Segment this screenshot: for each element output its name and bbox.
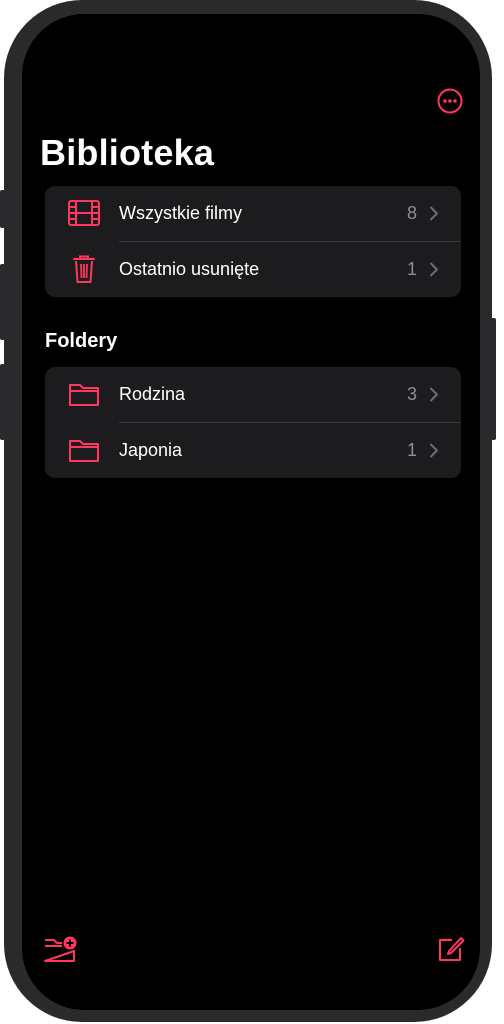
folder-icon: [67, 436, 101, 464]
list-item-label: Ostatnio usunięte: [119, 259, 260, 279]
list-item-label: Rodzina: [119, 384, 186, 404]
chevron-right-icon: [429, 262, 439, 277]
list-item-count: 1: [406, 440, 417, 460]
page-title: Biblioteka: [40, 132, 215, 173]
screen: Biblioteka Wszystkie filmy 8 Ostatnio us…: [22, 14, 480, 1010]
list-item-recently-deleted[interactable]: Ostatnio usunięte 1: [45, 242, 461, 297]
compose-button[interactable]: [436, 934, 466, 964]
film-icon: [67, 199, 101, 227]
device-frame: Biblioteka Wszystkie filmy 8 Ostatnio us…: [4, 0, 492, 1022]
list-item-label: Japonia: [119, 440, 183, 460]
chevron-right-icon: [429, 443, 439, 458]
square-and-pencil-icon: [439, 937, 465, 961]
folder-icon: [67, 380, 101, 408]
chevron-right-icon: [429, 206, 439, 221]
folder-badge-plus-icon: [44, 936, 77, 962]
list-item-count: 3: [406, 384, 417, 404]
library-group: Wszystkie filmy 8 Ostatnio usunięte 1: [45, 186, 461, 297]
folders-group: Rodzina 3 Japonia 1: [45, 367, 461, 478]
trash-icon: [67, 255, 101, 283]
list-item-folder-japonia[interactable]: Japonia 1: [45, 423, 461, 478]
section-title-folders: Foldery: [45, 330, 118, 352]
new-folder-button[interactable]: [43, 934, 79, 964]
list-item-all-films[interactable]: Wszystkie filmy 8: [45, 186, 461, 241]
more-options-button[interactable]: [437, 88, 463, 114]
list-item-count: 8: [406, 203, 417, 223]
list-item-count: 1: [406, 259, 417, 279]
ellipsis-circle-icon: [437, 88, 463, 114]
chevron-right-icon: [429, 387, 439, 402]
list-item-label: Wszystkie filmy: [119, 203, 242, 223]
list-item-folder-rodzina[interactable]: Rodzina 3: [45, 367, 461, 422]
